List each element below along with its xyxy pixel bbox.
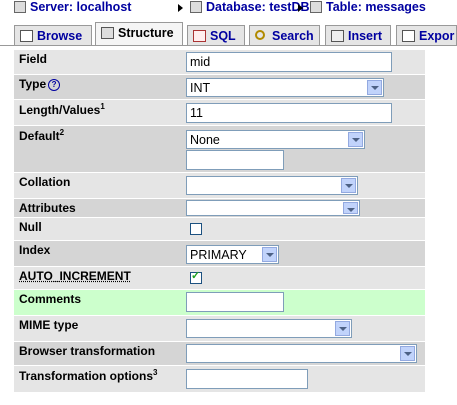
chevron-down-icon: [348, 132, 363, 147]
row-index: Index PRIMARY: [14, 241, 425, 266]
row-field: Field: [14, 50, 425, 74]
chevron-down-icon: [400, 346, 415, 361]
length-label: Length/Values1: [19, 102, 105, 117]
tab-search[interactable]: Search: [249, 25, 320, 45]
server-icon: [14, 1, 26, 13]
transformation-options-input[interactable]: [186, 369, 308, 389]
row-default: Default2 None: [14, 126, 425, 172]
chevron-right-icon: [298, 4, 303, 12]
export-icon: [402, 30, 415, 42]
chevron-right-icon: [178, 4, 183, 12]
auto-increment-label: AUTO_INCREMENT: [19, 269, 131, 283]
tab-structure[interactable]: Structure: [95, 22, 183, 46]
type-label: Type?: [14, 75, 181, 99]
chevron-down-icon: [343, 202, 358, 214]
attributes-label: Attributes: [19, 201, 76, 215]
search-icon: [255, 30, 265, 40]
mime-type-select[interactable]: [186, 319, 352, 338]
type-select[interactable]: INT: [186, 78, 384, 97]
chevron-down-icon: [262, 247, 277, 262]
row-mime-type: MIME type: [14, 316, 425, 341]
browser-transformation-select[interactable]: [186, 344, 417, 363]
default-label: Default2: [19, 128, 65, 143]
tab-sql[interactable]: SQL: [187, 25, 245, 45]
row-attributes: Attributes: [14, 199, 425, 217]
comments-input[interactable]: [186, 292, 284, 312]
default-select[interactable]: None: [186, 130, 365, 149]
row-transformation-options: Transformation options3: [14, 366, 425, 392]
sql-icon: [193, 30, 206, 42]
row-browser-transformation: Browser transformation: [14, 342, 425, 365]
null-checkbox[interactable]: [190, 223, 202, 235]
help-icon[interactable]: ?: [48, 79, 61, 91]
transformation-options-label: Transformation options3: [19, 368, 158, 383]
browser-transformation-label: Browser transformation: [19, 344, 156, 358]
row-type: Type? INT: [14, 75, 425, 99]
breadcrumb-server[interactable]: Server: localhost: [14, 0, 131, 14]
tab-insert[interactable]: Insert: [325, 25, 391, 45]
chevron-down-icon: [341, 178, 356, 193]
default-value-input[interactable]: [186, 150, 284, 170]
database-icon: [190, 1, 202, 13]
table-icon: [310, 1, 322, 13]
structure-icon: [101, 27, 114, 39]
browse-icon: [20, 30, 33, 42]
attributes-select[interactable]: [186, 200, 360, 216]
length-input[interactable]: [186, 103, 392, 123]
index-label: Index: [19, 243, 51, 257]
row-comments: Comments: [14, 290, 425, 315]
tab-export[interactable]: Expor: [396, 25, 457, 45]
null-label: Null: [19, 220, 42, 234]
breadcrumb: Server: localhost Database: testDB Table…: [0, 0, 457, 17]
tab-browse[interactable]: Browse: [14, 25, 92, 45]
auto-increment-checkbox[interactable]: [190, 269, 202, 284]
collation-label: Collation: [19, 175, 71, 189]
row-null: Null: [14, 218, 425, 240]
index-select[interactable]: PRIMARY: [186, 245, 279, 264]
insert-icon: [331, 30, 344, 42]
collation-select[interactable]: [186, 176, 358, 195]
row-collation: Collation: [14, 173, 425, 198]
chevron-down-icon: [335, 321, 350, 336]
row-auto-increment: AUTO_INCREMENT: [14, 267, 425, 289]
tab-divider: [0, 45, 457, 46]
field-label: Field: [19, 52, 48, 66]
comments-label: Comments: [19, 292, 82, 306]
field-name-input[interactable]: [186, 52, 392, 72]
chevron-down-icon: [367, 80, 382, 95]
mime-type-label: MIME type: [19, 318, 79, 332]
row-length: Length/Values1: [14, 100, 425, 125]
breadcrumb-table[interactable]: Table: messages: [310, 0, 426, 14]
breadcrumb-database[interactable]: Database: testDB: [190, 0, 310, 14]
